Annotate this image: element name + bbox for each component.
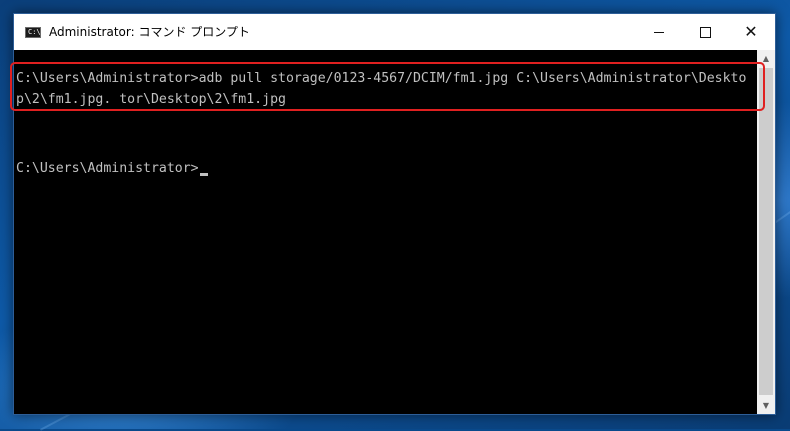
minimize-icon [654, 31, 664, 33]
prompt-text: C:\Users\Administrator> [16, 161, 199, 176]
console-prompt-line[interactable]: C:\Users\Administrator> [16, 158, 208, 179]
scrollbar-thumb[interactable] [759, 68, 773, 395]
cmd-icon-text: C:\ [28, 28, 41, 36]
chevron-down-icon: ▼ [762, 401, 770, 410]
close-icon: ✕ [744, 22, 758, 41]
cmd-icon[interactable]: C:\ [25, 27, 41, 38]
title-bar[interactable]: C:\ Administrator: コマンド プロンプト ✕ [14, 14, 775, 50]
maximize-button[interactable] [682, 14, 728, 50]
chevron-up-icon: ▲ [762, 54, 770, 63]
text-cursor [199, 173, 208, 176]
minimize-button[interactable] [636, 14, 682, 50]
highlight-annotation-box [10, 62, 765, 111]
window-title: Administrator: コマンド プロンプト [49, 25, 250, 39]
scroll-down-button[interactable]: ▼ [757, 397, 775, 414]
maximize-icon [699, 26, 711, 38]
close-button[interactable]: ✕ [728, 14, 774, 50]
